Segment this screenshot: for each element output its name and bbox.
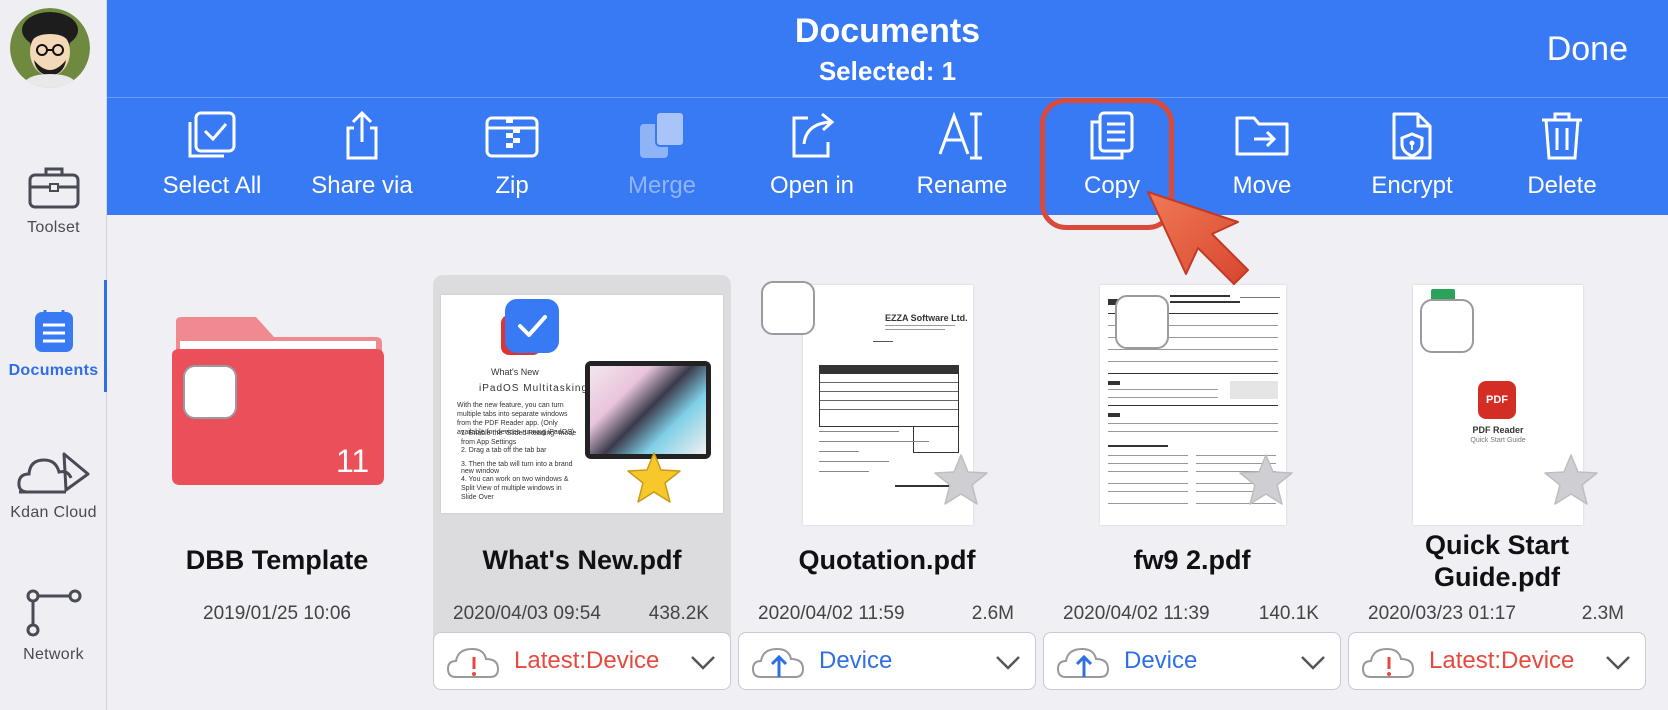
star-outline-icon[interactable] — [1543, 453, 1599, 507]
sidebar-item-label: Kdan Cloud — [10, 504, 97, 521]
move-icon — [1235, 116, 1289, 156]
sync-status-dropdown[interactable]: Device — [738, 632, 1036, 690]
sidebar-item-label: Network — [23, 646, 84, 663]
pointer-arrow-icon — [1147, 191, 1249, 285]
selection-checkbox[interactable] — [1115, 295, 1169, 349]
chevron-down-icon — [1606, 656, 1630, 670]
selection-checkbox[interactable] — [505, 299, 559, 353]
select-all-icon — [188, 111, 236, 158]
rename-button[interactable]: Rename — [887, 110, 1037, 200]
file-name: fw9 2.pdf — [1133, 545, 1251, 575]
cloud-warning-icon — [446, 647, 500, 678]
file-name: Quotation.pdf — [798, 545, 976, 575]
done-button[interactable]: Done — [1547, 30, 1628, 69]
star-outline-icon[interactable] — [933, 453, 989, 507]
sidebar-item-label: Documents — [8, 362, 99, 379]
star-icon[interactable] — [626, 451, 682, 505]
delete-button[interactable]: Delete — [1487, 110, 1637, 200]
header: Documents Selected: 1 Done — [107, 0, 1668, 98]
pdf-reader-logo: PDF — [1478, 381, 1516, 419]
file-date: 2020/03/23 01:17 — [1368, 603, 1516, 624]
share-icon — [346, 110, 378, 160]
zip-button[interactable]: Zip — [437, 110, 587, 200]
sidebar-item-toolset[interactable]: Toolset — [0, 165, 107, 237]
cloud-icon — [16, 452, 89, 494]
sync-status-label: Latest:Device — [514, 647, 660, 674]
file-name: What's New.pdf — [482, 545, 682, 575]
chevron-down-icon — [996, 656, 1020, 670]
sidebar-item-network[interactable]: Network — [0, 588, 107, 664]
cloud-upload-icon — [751, 647, 805, 678]
merge-button[interactable]: Merge — [587, 110, 737, 200]
selection-count: Selected: 1 — [818, 56, 957, 86]
active-indicator — [104, 280, 107, 392]
cloud-upload-icon — [1056, 647, 1110, 678]
file-date: 2020/04/02 11:39 — [1063, 603, 1210, 624]
star-outline-icon[interactable] — [1238, 453, 1294, 507]
encrypt-button[interactable]: Encrypt — [1337, 110, 1487, 200]
open-in-icon — [792, 112, 835, 158]
chevron-down-icon — [1301, 656, 1325, 670]
page-title: Documents — [794, 12, 981, 50]
file-date: 2019/01/25 10:06 — [203, 603, 351, 624]
sync-status-label: Device — [819, 647, 893, 674]
sync-status-label: Latest:Device — [1429, 647, 1575, 674]
zip-icon — [485, 116, 539, 158]
toolbox-icon — [28, 167, 79, 209]
file-date: 2020/04/02 11:59 — [758, 603, 905, 624]
file-size: 140.1K — [1258, 603, 1319, 624]
selection-checkbox[interactable] — [1420, 299, 1474, 353]
sidebar-item-kdan-cloud[interactable]: Kdan Cloud — [0, 450, 107, 522]
file-size: 2.6M — [971, 603, 1014, 624]
sidebar-item-documents[interactable]: Documents — [0, 308, 107, 380]
select-all-button[interactable]: Select All — [137, 110, 287, 200]
encrypt-icon — [1392, 112, 1432, 160]
file-date: 2020/04/03 09:54 — [453, 603, 601, 624]
file-size: 438.2K — [648, 603, 709, 624]
avatar-icon — [10, 8, 90, 88]
trash-icon — [1542, 112, 1582, 160]
file-name: Quick Start Guide.pdf — [1424, 530, 1570, 592]
sync-status-dropdown[interactable]: Latest:Device — [1348, 632, 1646, 690]
avatar[interactable] — [10, 8, 90, 88]
chevron-down-icon — [691, 656, 715, 670]
sidebar-item-label: Toolset — [27, 219, 80, 236]
cloud-warning-icon — [1361, 647, 1415, 678]
share-via-button[interactable]: Share via — [287, 110, 437, 200]
sidebar: Toolset Documents Kdan Cloud Network — [0, 0, 107, 710]
checkmark-icon — [518, 315, 547, 337]
sync-status-dropdown[interactable]: Latest:Device — [433, 632, 731, 690]
selection-checkbox[interactable] — [761, 281, 815, 335]
selection-checkbox[interactable] — [183, 365, 237, 419]
merge-icon — [640, 111, 685, 158]
sync-status-dropdown[interactable]: Device — [1043, 632, 1341, 690]
open-in-button[interactable]: Open in — [737, 110, 887, 200]
folder-item-count: 11 — [336, 443, 370, 479]
file-name: DBB Template — [185, 545, 369, 575]
documents-icon — [34, 310, 73, 352]
file-size: 2.3M — [1581, 603, 1624, 624]
network-icon — [26, 589, 81, 637]
action-toolbar: Select All Share via Zip Merge Open in R… — [107, 98, 1668, 215]
sync-status-label: Device — [1124, 647, 1198, 674]
rename-icon — [938, 111, 982, 160]
